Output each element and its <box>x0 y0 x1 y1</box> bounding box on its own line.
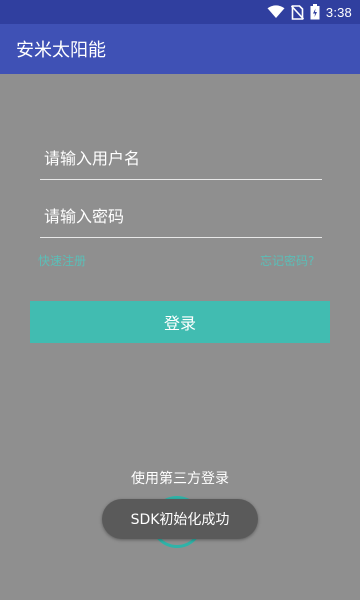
password-field-wrapper <box>40 197 326 238</box>
username-field-wrapper <box>40 139 326 180</box>
register-link[interactable]: 快速注册 <box>38 252 86 269</box>
app-title: 安米太阳能 <box>16 40 106 60</box>
status-bar: 3:38 <box>0 0 360 24</box>
app-bar: 安米太阳能 <box>0 24 360 74</box>
third-party-login-label: 使用第三方登录 <box>131 471 229 487</box>
toast-message: SDK初始化成功 <box>102 499 258 539</box>
login-screen: 快速注册 忘记密码? 登录 使用第三方登录 SDK初始化成功 <box>0 74 360 600</box>
password-input[interactable] <box>40 197 326 235</box>
status-icons: 3:38 <box>267 3 352 21</box>
login-button[interactable]: 登录 <box>30 301 330 343</box>
forgot-password-link[interactable]: 忘记密码? <box>260 252 314 269</box>
username-input[interactable] <box>40 139 326 177</box>
status-time: 3:38 <box>325 4 352 20</box>
wifi-icon <box>267 5 285 18</box>
no-sim-icon <box>290 4 304 20</box>
battery-icon <box>310 4 320 20</box>
